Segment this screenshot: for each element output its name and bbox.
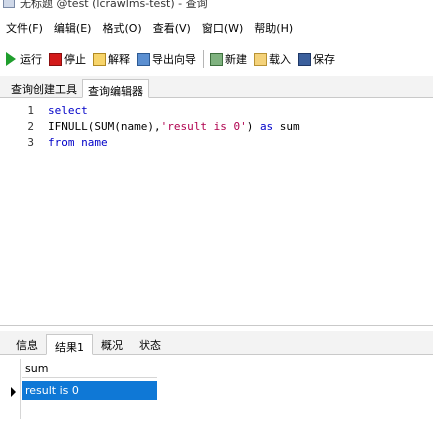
sql-string: 'result is 0' [160, 120, 247, 133]
tab-info[interactable]: 信息 [8, 333, 46, 354]
save-button[interactable]: 保存 [298, 51, 335, 67]
stop-button[interactable]: 停止 [49, 51, 86, 67]
explain-label: 解释 [108, 53, 130, 66]
menu-format[interactable]: 格式(O) [102, 20, 141, 36]
sql-keyword: select [48, 104, 88, 117]
result-tabs: 信息 结果1 概况 状态 [0, 331, 433, 355]
tab-result1[interactable]: 结果1 [46, 334, 93, 355]
new-label: 新建 [225, 53, 247, 66]
tab-status[interactable]: 状态 [131, 333, 169, 354]
stop-icon [49, 52, 62, 66]
sql-table-name: name [74, 136, 108, 149]
folder-icon [254, 52, 267, 66]
export-label: 导出向导 [152, 53, 196, 66]
sql-function: IFNULL(SUM(name), [48, 120, 161, 133]
grid-indicator-divider [20, 359, 21, 419]
tab-query-builder[interactable]: 查询创建工具 [6, 78, 82, 97]
app-icon [3, 0, 15, 8]
play-icon [6, 52, 16, 66]
export-wizard-button[interactable]: 导出向导 [137, 51, 196, 67]
toolbar: 运行 停止 解释 导出向导 新建 载入 保存 [0, 46, 433, 72]
run-label: 运行 [20, 53, 42, 66]
result-grid: sum result is 0 [0, 356, 433, 436]
window-title: 无标题 @test (lcrawlms-test) - 查询 [20, 0, 208, 10]
column-header-sum[interactable]: sum [22, 359, 157, 378]
toolbar-separator [203, 50, 204, 68]
save-label: 保存 [313, 53, 335, 66]
run-button[interactable]: 运行 [6, 51, 42, 67]
load-label: 载入 [269, 53, 291, 66]
sql-keyword: from [48, 136, 75, 149]
tab-profile[interactable]: 概况 [93, 333, 131, 354]
sql-alias: sum [273, 120, 300, 133]
new-query-icon [210, 52, 223, 66]
explain-icon [93, 52, 106, 66]
menu-file[interactable]: 文件(F) [6, 20, 43, 36]
menu-window[interactable]: 窗口(W) [202, 20, 243, 36]
new-button[interactable]: 新建 [210, 51, 247, 67]
line-number: 1 [27, 104, 34, 117]
line-number-gutter: 1 2 3 [0, 98, 40, 325]
sql-editor[interactable]: 1 2 3 select IFNULL(SUM(name),'result is… [0, 98, 433, 326]
query-tabs: 查询创建工具 查询编辑器 [0, 76, 433, 98]
line-number: 3 [27, 136, 34, 149]
code-line: IFNULL(SUM(name),'result is 0') as sum [48, 120, 300, 133]
code-line: select [48, 104, 88, 117]
menu-edit[interactable]: 编辑(E) [54, 20, 92, 36]
code-line: from name [48, 136, 108, 149]
line-number: 2 [27, 120, 34, 133]
load-button[interactable]: 载入 [254, 51, 291, 67]
explain-button[interactable]: 解释 [93, 51, 130, 67]
window-titlebar: 无标题 @test (lcrawlms-test) - 查询 [0, 0, 433, 14]
save-icon [298, 52, 311, 66]
sql-keyword: as [259, 120, 274, 133]
current-row-arrow-icon [11, 387, 16, 397]
export-icon [137, 52, 150, 66]
stop-label: 停止 [64, 53, 86, 66]
menu-bar: 文件(F) 编辑(E) 格式(O) 查看(V) 窗口(W) 帮助(H) [0, 18, 433, 38]
table-cell[interactable]: result is 0 [22, 381, 157, 400]
sql-punct: ) [246, 120, 260, 133]
menu-help[interactable]: 帮助(H) [254, 20, 293, 36]
tab-query-editor[interactable]: 查询编辑器 [82, 79, 149, 98]
menu-view[interactable]: 查看(V) [153, 20, 191, 36]
